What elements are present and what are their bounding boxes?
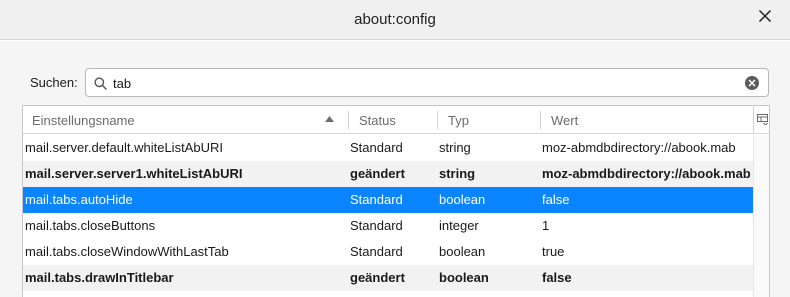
pref-type: boolean	[439, 244, 486, 259]
clear-search-icon[interactable]	[745, 76, 759, 90]
sort-ascending-icon	[325, 116, 334, 122]
pref-value: 1	[542, 218, 550, 233]
table-row[interactable]: mail.tabs.closeButtons Standard integer …	[23, 213, 769, 239]
search-box[interactable]	[85, 68, 769, 97]
pref-name: mail.tabs.autoHide	[25, 192, 133, 207]
table-row[interactable]: mail.tabs.closeWindowWithLastTab Standar…	[23, 239, 769, 265]
pref-name: mail.tabs.closeButtons	[25, 218, 156, 233]
column-picker-icon	[757, 114, 768, 125]
pref-value: false	[542, 270, 572, 285]
table-row[interactable]: mail.server.default.whiteListAbURI Stand…	[23, 135, 769, 161]
pref-value: moz-abmdbdirectory://abook.mab	[542, 166, 751, 181]
table-row[interactable]: mail.server.server1.whiteListAbURI geänd…	[23, 161, 769, 187]
column-picker-button[interactable]	[753, 106, 769, 134]
search-label: Suchen:	[30, 75, 78, 90]
pref-name: mail.tabs.closeWindowWithLastTab	[25, 244, 229, 259]
pref-type: string	[439, 140, 471, 155]
pref-status: Standard	[350, 218, 403, 233]
column-header-value[interactable]: Wert	[551, 113, 578, 128]
pref-type: boolean	[439, 192, 486, 207]
window-title: about:config	[354, 11, 436, 28]
pref-value: true	[542, 244, 565, 259]
pref-name: mail.tabs.drawInTitlebar	[25, 270, 174, 285]
pref-type: string	[439, 166, 476, 181]
pref-name: mail.server.server1.whiteListAbURI	[25, 166, 243, 181]
column-header-type[interactable]: Typ	[448, 113, 469, 128]
pref-value: false	[542, 192, 570, 207]
pref-status: Standard	[350, 244, 403, 259]
close-icon	[759, 10, 771, 22]
column-header-status[interactable]: Status	[359, 113, 396, 128]
table-row-selected[interactable]: mail.tabs.autoHide Standard boolean fals…	[23, 187, 769, 213]
pref-name: mail.server.default.whiteListAbURI	[25, 140, 223, 155]
close-button[interactable]	[758, 9, 772, 23]
title-bar: about:config	[0, 0, 790, 40]
pref-status: geändert	[350, 166, 405, 181]
preferences-table: Einstellungsname Status Typ Wert mail.se…	[22, 105, 770, 297]
vertical-scrollbar[interactable]	[753, 135, 769, 297]
pref-status: Standard	[350, 192, 403, 207]
column-separator[interactable]	[348, 111, 349, 129]
pref-value: moz-abmdbdirectory://abook.mab	[542, 140, 736, 155]
table-body: mail.server.default.whiteListAbURI Stand…	[23, 135, 769, 291]
pref-status: Standard	[350, 140, 403, 155]
column-separator[interactable]	[437, 111, 438, 129]
search-icon	[94, 77, 107, 90]
column-separator[interactable]	[540, 111, 541, 129]
column-header-name[interactable]: Einstellungsname	[32, 113, 135, 128]
pref-status: geändert	[350, 270, 405, 285]
pref-type: boolean	[439, 270, 489, 285]
table-header: Einstellungsname Status Typ Wert	[23, 106, 769, 134]
pref-type: integer	[439, 218, 479, 233]
config-panel: Suchen: Einstellungsname Status Typ Wert	[0, 41, 790, 297]
search-input[interactable]	[113, 74, 733, 92]
table-row[interactable]: mail.tabs.drawInTitlebar geändert boolea…	[23, 265, 769, 291]
